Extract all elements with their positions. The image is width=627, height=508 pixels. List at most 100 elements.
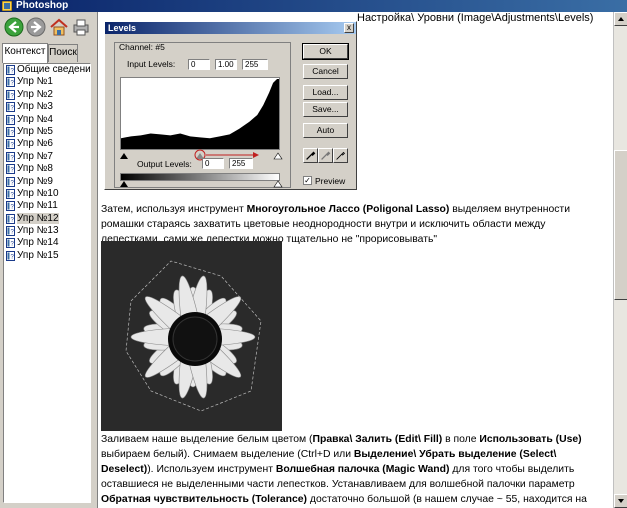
bold-run: Правка\ Залить (Edit\ Fill) [312,434,443,445]
output-level-white[interactable]: 255 [229,158,253,169]
text-run: Затем, используя инструмент [101,204,247,215]
help-page-icon: ? [6,114,15,125]
tree-item[interactable]: ? Упр №5 [4,126,90,138]
content-scrollbar[interactable] [613,12,627,508]
levels-dialog: Levels x Channel: #5 Input Levels: 0 1.0… [104,21,357,190]
output-levels-label: Output Levels: [137,159,192,169]
tree-item[interactable]: ? Упр №14 [4,237,90,249]
help-page-icon: ? [6,89,15,100]
help-page-icon: ? [6,126,15,137]
bold-run: Обратная чувствительность (Tolerance) [101,494,308,505]
help-page-icon: ? [6,151,15,162]
window-title: Photoshop [16,0,69,11]
tree-item[interactable]: ? Общие сведения [4,64,90,76]
tree-item[interactable]: ? Упр №8 [4,163,90,175]
scroll-thumb[interactable] [614,150,627,300]
forward-icon[interactable] [25,16,47,38]
chevron-up-icon [618,17,624,21]
help-page-icon: ? [6,201,15,212]
tree-item-label: Упр №10 [17,187,59,199]
gray-eyedropper-icon[interactable] [318,148,333,163]
text-run: в поле [442,434,480,445]
tree-item-label: Упр №14 [17,237,59,249]
levels-close-button[interactable]: x [344,23,354,33]
bold-run: Волшебная палочка (Magic Wand) [275,464,450,475]
cancel-button[interactable]: Cancel [303,64,348,79]
tree-item[interactable]: ? Упр №1 [4,76,90,88]
preview-label: Preview [315,176,346,186]
paragraph-fill: Заливаем наше выделение белым цветом (Пр… [101,432,609,508]
tree-item-label: Упр №8 [17,163,53,175]
tree-item-label: Упр №11 [17,200,58,212]
output-sliders[interactable] [118,179,283,188]
home-icon[interactable] [48,16,70,38]
tree-item-label: Упр №4 [17,113,53,125]
help-page-icon: ? [6,102,15,113]
daisy-image [101,241,282,431]
tree-item[interactable]: ? Упр №15 [4,250,90,262]
help-page-icon: ? [6,65,15,75]
tree-item[interactable]: ? Упр №4 [4,114,90,126]
help-page-icon: ? [6,250,15,261]
scroll-up-arrow[interactable] [614,12,627,26]
save-button[interactable]: Save... [303,102,348,117]
help-page-icon: ? [6,238,15,249]
tab-context[interactable]: Контекст [2,43,48,63]
chevron-down-icon [618,499,624,503]
black-eyedropper-icon[interactable] [303,148,318,163]
tree-item[interactable]: ? Упр №9 [4,176,90,188]
app-icon [2,1,12,11]
tree-item-label: Упр №1 [17,76,53,88]
tree-item-label: Упр №2 [17,88,53,100]
help-page-icon: ? [6,213,15,224]
text-run: Заливаем наше выделение белым цветом ( [101,434,313,445]
preview-checkbox[interactable]: ✓ [303,176,312,185]
contents-tree: ? Общие сведения? Упр №1? Упр №2? Упр №3? Упр… [3,63,91,503]
window-titlebar: Photoshop [0,0,627,12]
tree-item-label: Упр №9 [17,175,53,187]
levels-title: Levels [105,22,356,34]
scroll-down-arrow[interactable] [614,494,627,508]
help-page-icon: ? [6,139,15,150]
text-run: выбираем белый). Снимаем выделение (Ctrl… [101,449,354,460]
tree-item[interactable]: ? Упр №3 [4,101,90,113]
help-page-icon: ? [6,77,15,88]
help-page-icon: ? [6,226,15,237]
tree-item-label: Упр №7 [17,150,53,162]
tree-item[interactable]: ? Упр №12 [4,212,90,225]
white-eyedropper-icon[interactable] [333,148,348,163]
content-top-cut-text: Настройка\ Уровни (Image\Adjustments\Lev… [357,12,594,24]
input-level-white[interactable]: 255 [242,59,268,70]
tree-item-label: Упр №12 [17,212,59,224]
input-levels-label: Input Levels: [127,59,176,69]
load-button[interactable]: Load... [303,85,348,100]
ok-button[interactable]: OK [302,43,349,60]
tree-item[interactable]: ? Упр №2 [4,89,90,101]
back-icon[interactable] [3,16,25,38]
tree-item-label: Упр №5 [17,125,53,137]
help-toolbar [0,12,95,42]
tree-item[interactable]: ? Упр №13 [4,225,90,237]
help-page-icon: ? [6,164,15,175]
tree-item[interactable]: ? Упр №6 [4,138,90,150]
tree-item-label: Упр №6 [17,138,53,150]
text-run: ). Используем инструмент [147,464,276,475]
bold-run: Многоугольное Лассо (Poligonal Lasso) [246,204,450,215]
tree-item-label: Упр №15 [17,249,59,261]
tree-item[interactable]: ? Упр №10 [4,188,90,200]
print-icon[interactable] [70,16,92,38]
help-page-icon: ? [6,188,15,199]
auto-button[interactable]: Auto [303,123,348,138]
bold-run: Использовать (Use) [479,434,582,445]
tree-item[interactable]: ? Упр №7 [4,151,90,163]
input-level-black[interactable]: 0 [188,59,210,70]
tab-search[interactable]: Поиск [48,44,78,62]
histogram [120,77,280,150]
tree-item-label: Общие сведения [17,64,91,75]
output-level-black[interactable]: 0 [202,158,224,169]
nav-tabs: Контекст Поиск [2,43,94,63]
tree-item-label: Упр №3 [17,101,53,113]
input-level-gamma[interactable]: 1.00 [215,59,237,70]
tree-item[interactable]: ? Упр №11 [4,200,90,212]
tree-item-label: Упр №13 [17,225,59,237]
